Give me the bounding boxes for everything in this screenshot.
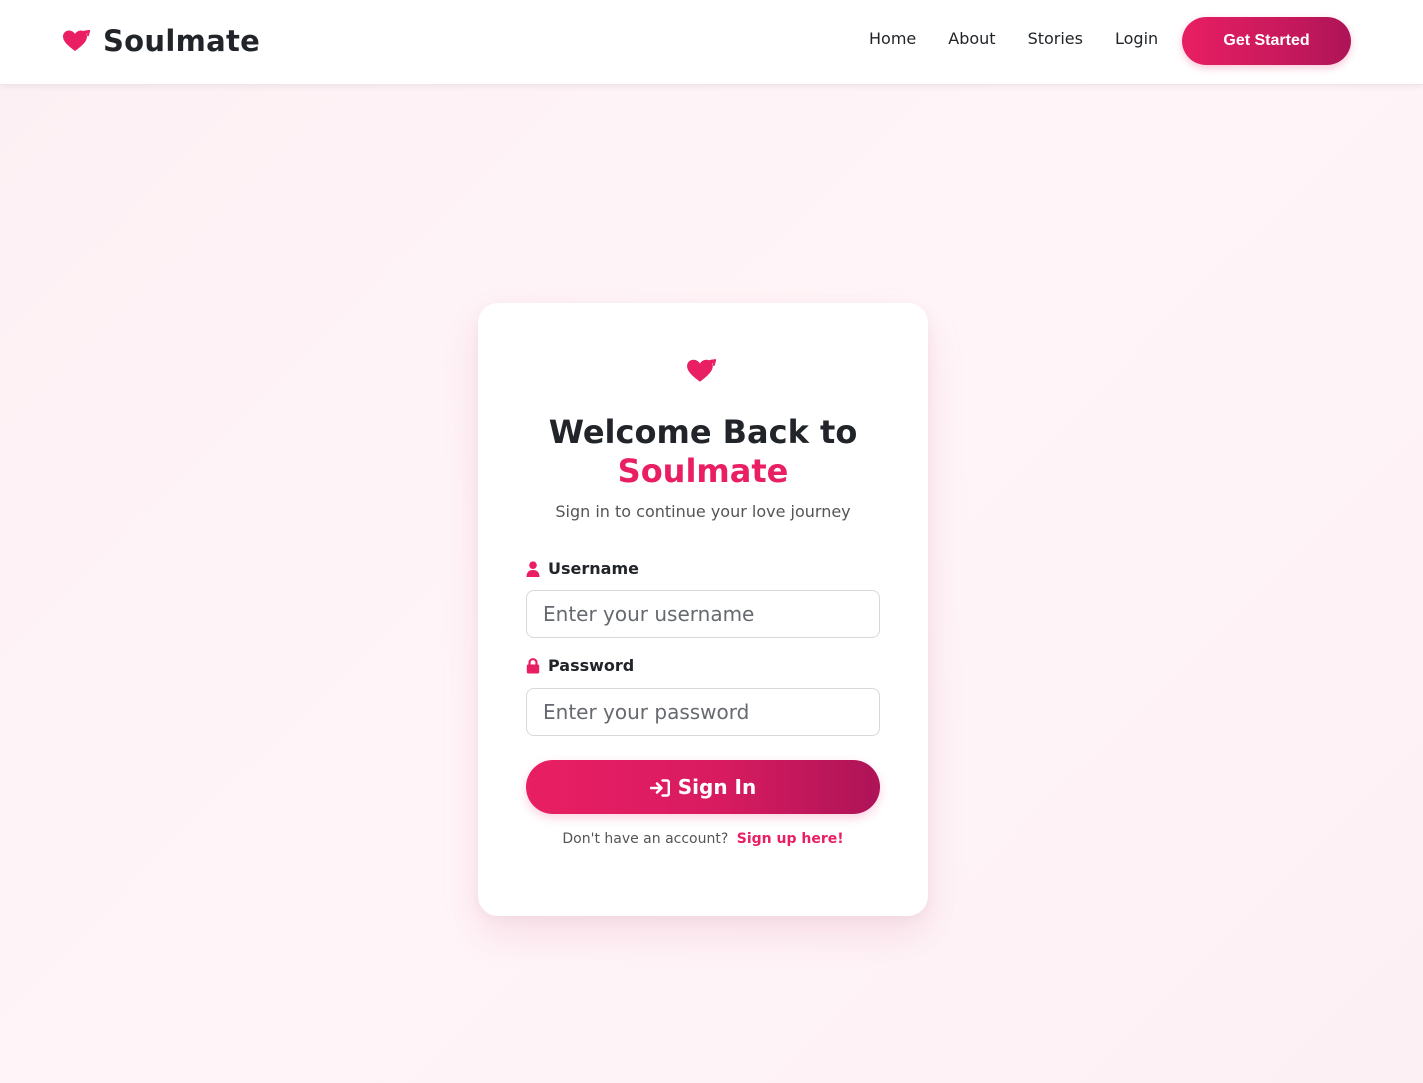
username-label-text: Username [548, 559, 639, 578]
login-card: Welcome Back to Soulmate Sign in to cont… [478, 303, 928, 916]
title-line: Welcome Back to [548, 413, 858, 451]
brand-name: Soulmate [103, 24, 261, 58]
nav-item-about[interactable]: About [948, 29, 995, 48]
signup-prompt-text: Don't have an account? [562, 831, 729, 847]
user-icon [526, 560, 540, 577]
username-label: Username [526, 559, 639, 578]
signup-link[interactable]: Sign up here! [737, 831, 844, 847]
nav-item-login[interactable]: Login [1115, 29, 1158, 48]
title-brand: Soulmate [617, 452, 789, 490]
username-input[interactable] [526, 590, 880, 638]
lock-icon [526, 657, 540, 674]
heart-arrow-icon [62, 29, 91, 53]
signup-prompt: Don't have an account? Sign up here! [478, 831, 928, 847]
nav-links: Home About Stories Login [869, 26, 1158, 50]
password-input[interactable] [526, 688, 880, 736]
sign-in-button[interactable]: Sign In [526, 760, 880, 814]
heart-arrow-icon [686, 358, 717, 384]
navbar: Soulmate Home About Stories Login Get St… [0, 0, 1423, 85]
password-label-text: Password [548, 656, 635, 675]
nav-item-home[interactable]: Home [869, 29, 916, 48]
get-started-button[interactable]: Get Started [1182, 17, 1351, 65]
page-subtitle: Sign in to continue your love journey [555, 502, 851, 521]
password-label: Password [526, 656, 634, 675]
brand[interactable]: Soulmate [62, 22, 260, 60]
sign-in-label: Sign In [677, 775, 757, 799]
sign-in-icon [649, 778, 670, 797]
nav-item-stories[interactable]: Stories [1028, 29, 1083, 48]
page-title: Welcome Back to Soulmate [478, 413, 928, 491]
